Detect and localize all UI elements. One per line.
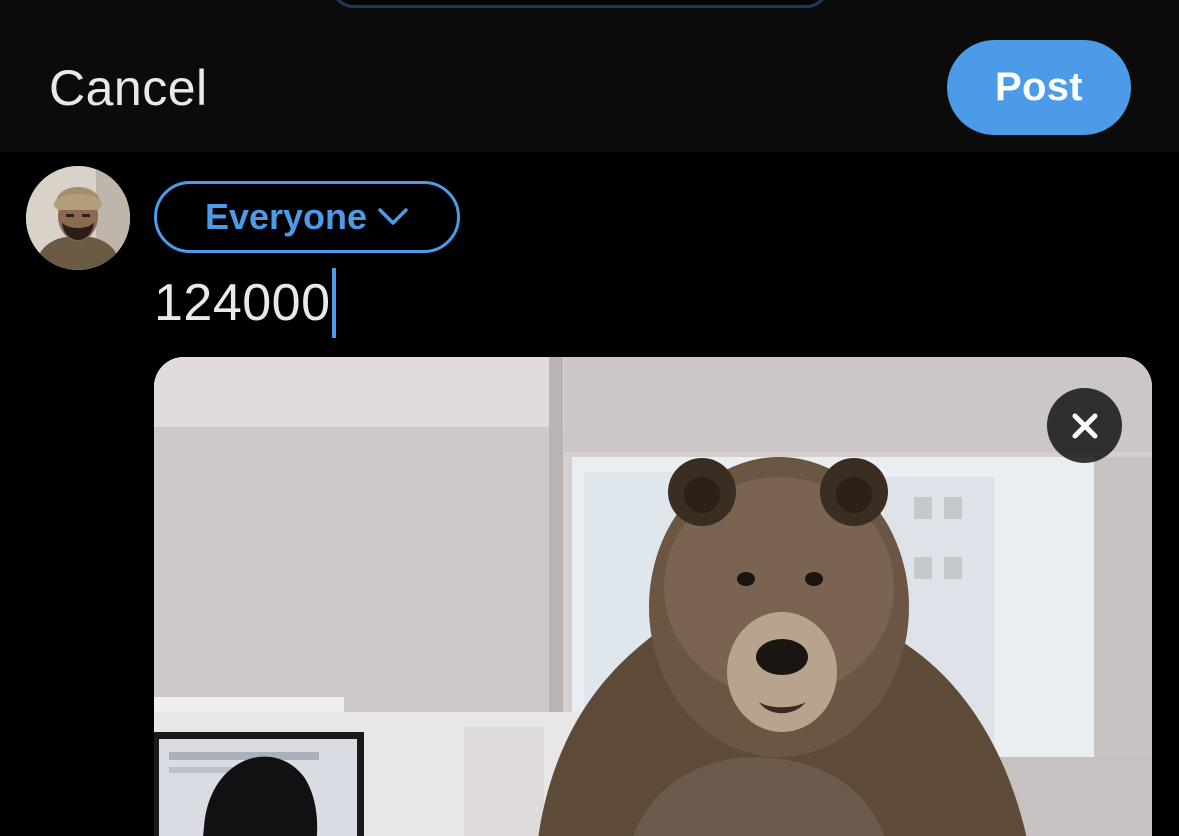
compose-text: 124000 [154, 274, 331, 332]
attached-media[interactable] [154, 357, 1152, 836]
remove-media-button[interactable] [1047, 388, 1122, 463]
media-image [154, 357, 1152, 836]
chevron-down-icon [378, 208, 408, 225]
text-caret [331, 268, 336, 338]
avatar-image [26, 166, 130, 270]
sheet-handle [330, 0, 830, 8]
post-button[interactable]: Post [947, 40, 1131, 135]
compose-text-field[interactable]: 124000 [154, 268, 336, 338]
audience-selector[interactable]: Everyone [154, 181, 460, 253]
cancel-button[interactable]: Cancel [49, 60, 208, 116]
close-icon [1072, 413, 1097, 438]
compose-header: Cancel Post [0, 0, 1179, 152]
compose-screen: Cancel Post Everyone 124000 [0, 0, 1179, 836]
audience-label: Everyone [204, 196, 368, 237]
avatar[interactable] [26, 166, 130, 270]
